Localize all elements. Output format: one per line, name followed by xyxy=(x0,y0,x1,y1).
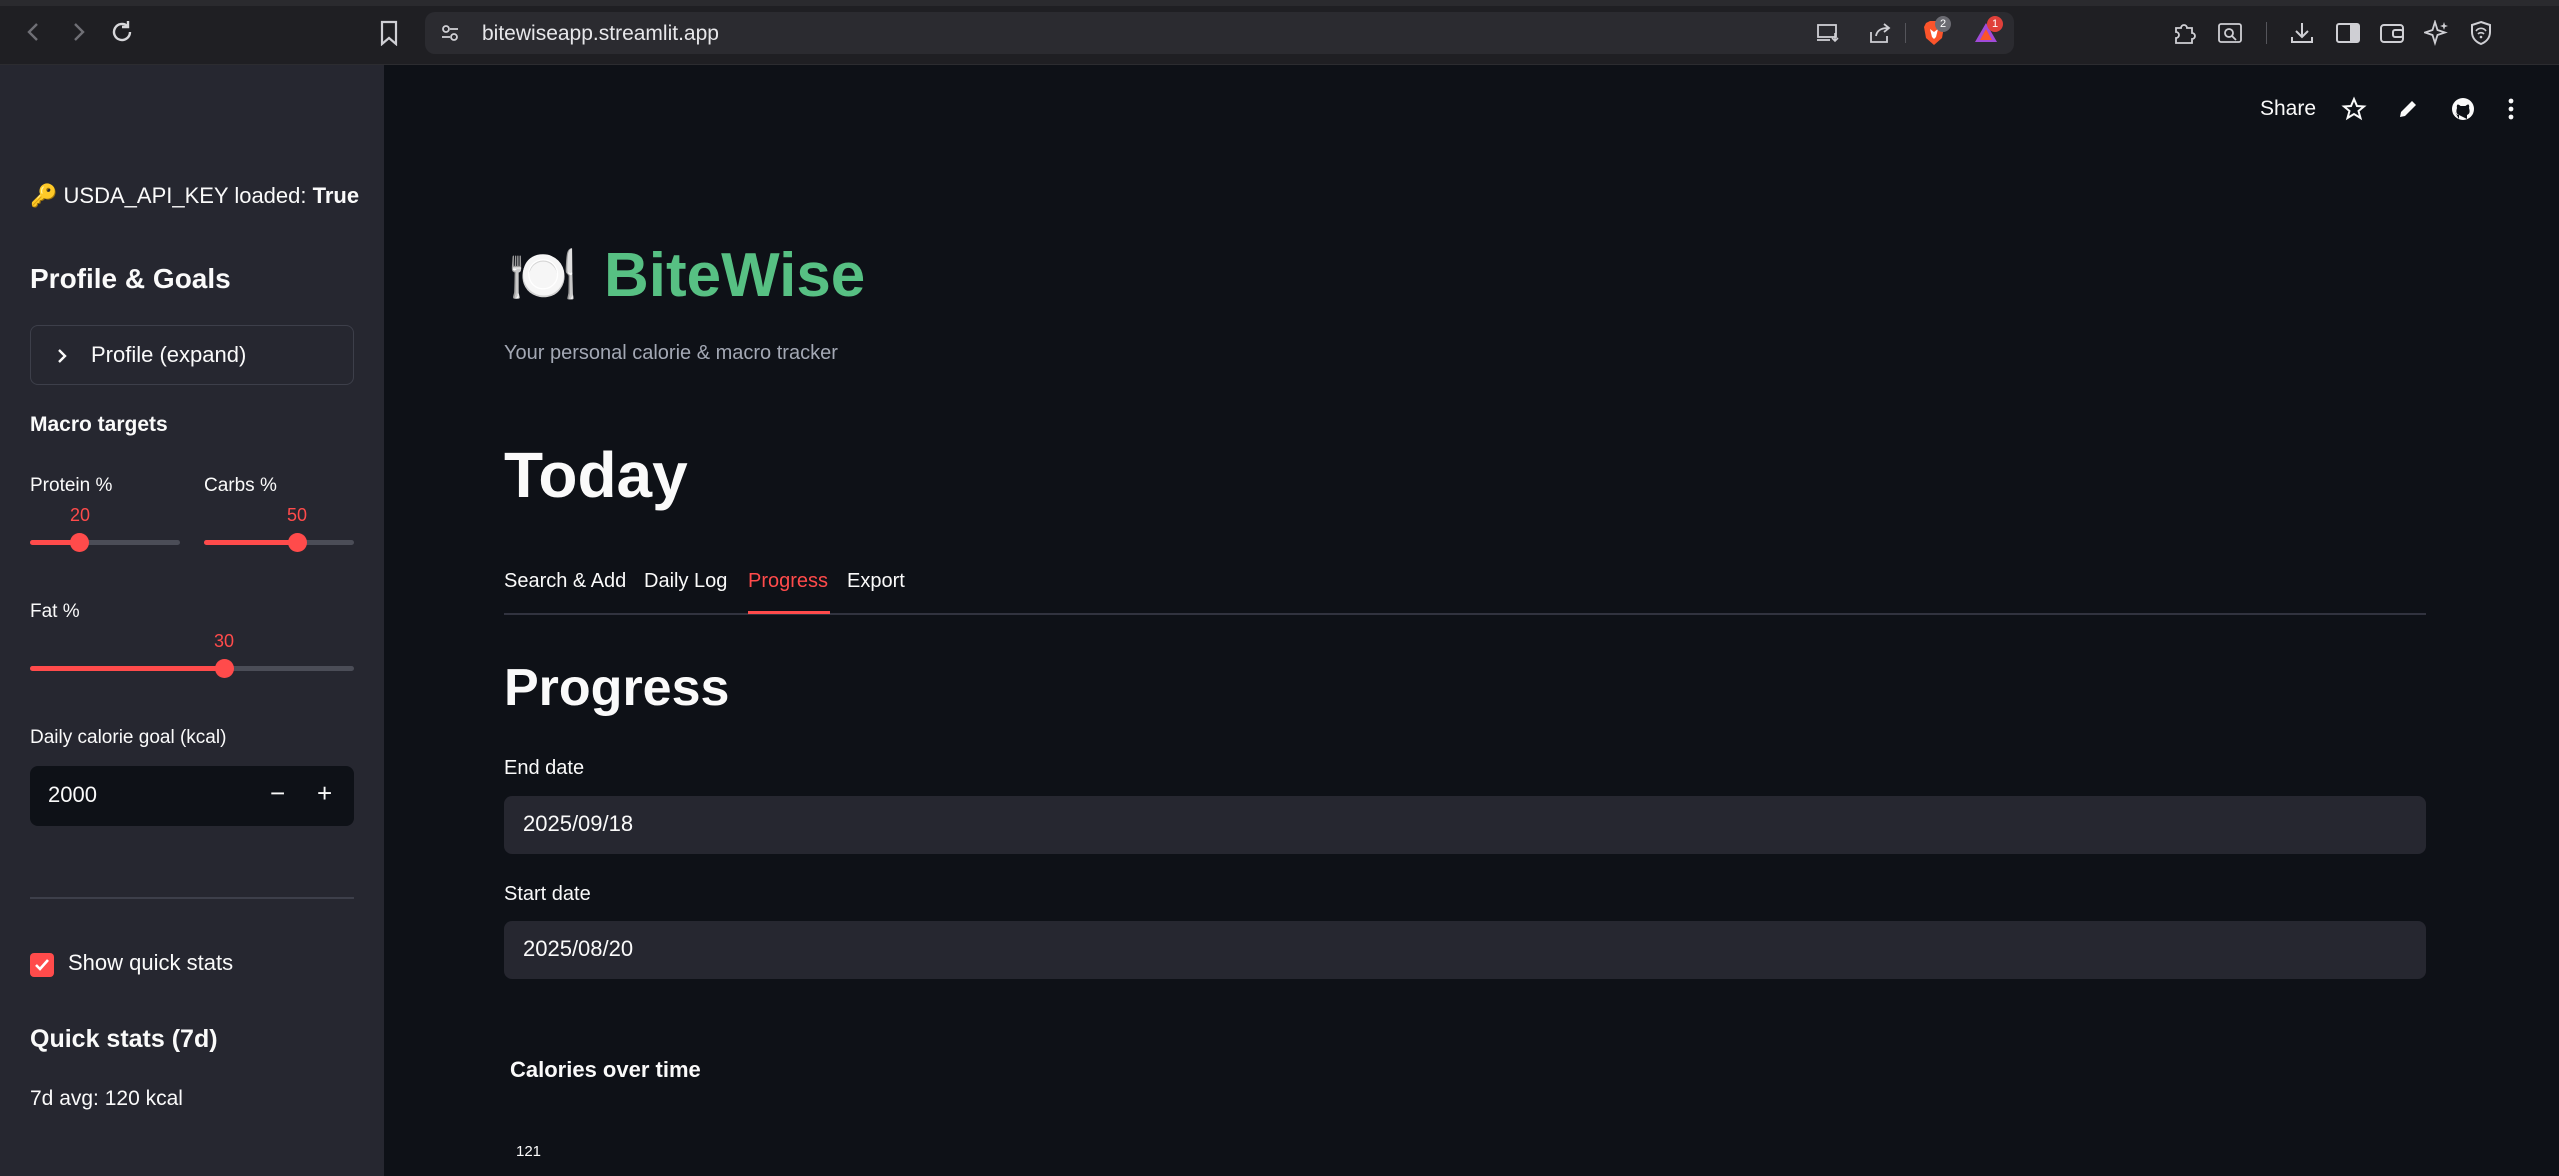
site-info-icon[interactable] xyxy=(439,22,461,44)
section-heading: Progress xyxy=(504,659,730,717)
brave-shields-icon[interactable]: 2 xyxy=(1919,16,1951,47)
key-icon: 🔑 xyxy=(30,183,58,208)
start-date-label: Start date xyxy=(504,883,591,905)
extensions-icon[interactable] xyxy=(2170,18,2200,48)
end-date-label: End date xyxy=(504,757,585,779)
toolbar-separator xyxy=(2266,22,2267,44)
app-subtitle: Your personal calorie & macro tracker xyxy=(504,342,838,364)
carbs-value: 50 xyxy=(287,505,308,525)
chart-y-tick: 121 xyxy=(516,1143,542,1160)
forward-button[interactable] xyxy=(60,14,96,50)
carbs-slider-fill xyxy=(204,540,297,545)
window-top-strip xyxy=(0,0,2559,6)
chevron-right-icon xyxy=(74,23,85,41)
macro-targets-heading: Macro targets xyxy=(30,413,168,436)
install-app-icon[interactable] xyxy=(1815,21,1841,45)
fat-label: Fat % xyxy=(30,601,80,622)
tab-search-add[interactable]: Search & Add xyxy=(504,570,626,593)
pencil-icon xyxy=(2400,101,2416,117)
increment-button[interactable]: + xyxy=(317,778,332,809)
quick-stats-heading: Quick stats (7d) xyxy=(30,1025,218,1053)
urlbar-separator xyxy=(1905,23,1906,43)
app-title: BiteWise xyxy=(604,241,866,310)
reload-button[interactable] xyxy=(104,14,140,50)
bookmark-button[interactable] xyxy=(374,18,404,48)
sidebar-toggle-icon[interactable] xyxy=(2333,18,2363,48)
sidebar-divider xyxy=(30,897,354,899)
api-status-label: USDA_API_KEY loaded: xyxy=(63,183,307,208)
back-button[interactable] xyxy=(16,14,52,50)
fat-slider-thumb[interactable] xyxy=(215,659,234,678)
edit-button[interactable] xyxy=(2393,94,2423,124)
quick-stats-checkbox[interactable] xyxy=(30,953,54,977)
github-icon xyxy=(2452,98,2474,120)
chevron-right-icon xyxy=(58,349,67,363)
star-icon xyxy=(2341,96,2367,121)
brave-rewards-icon[interactable]: 1 xyxy=(1971,16,2003,47)
protein-label: Protein % xyxy=(30,475,113,496)
quick-stats-checkbox-label[interactable]: Show quick stats xyxy=(68,950,233,976)
star-button[interactable] xyxy=(2339,94,2369,124)
calorie-goal-value[interactable]: 2000 xyxy=(48,782,97,808)
reload-icon xyxy=(112,21,132,42)
rewards-badge: 1 xyxy=(1987,16,2003,32)
start-date-input[interactable]: 2025/08/20 xyxy=(504,921,2426,979)
check-icon xyxy=(35,959,49,971)
carbs-slider-thumb[interactable] xyxy=(288,533,307,552)
wallet-icon[interactable] xyxy=(2377,18,2407,48)
quick-stats-avg: 7d avg: 120 kcal xyxy=(30,1087,183,1110)
chart-title: Calories over time xyxy=(510,1057,701,1082)
browser-chrome: bitewiseapp.streamlit.app 2 1 xyxy=(0,0,2559,65)
calorie-goal-input[interactable]: 2000 − + xyxy=(30,766,354,826)
github-button[interactable] xyxy=(2448,94,2478,124)
address-bar[interactable]: bitewiseapp.streamlit.app 2 1 xyxy=(425,12,2014,54)
main-content: Share 🍽️ BiteWise Your personal calorie … xyxy=(384,65,2559,1176)
decrement-button[interactable]: − xyxy=(270,778,285,809)
end-date-value[interactable]: 2025/09/18 xyxy=(523,811,633,837)
tab-progress[interactable]: Progress xyxy=(748,570,828,593)
profile-expander-label: Profile (expand) xyxy=(91,342,247,367)
vpn-icon[interactable] xyxy=(2466,18,2496,48)
fat-slider[interactable] xyxy=(30,659,354,678)
app-logo-icon: 🍽️ xyxy=(508,243,578,306)
api-status: 🔑 USDA_API_KEY loaded: True xyxy=(30,183,359,209)
chevron-left-icon xyxy=(27,23,38,41)
carbs-label: Carbs % xyxy=(204,475,277,496)
tab-daily-log[interactable]: Daily Log xyxy=(644,570,727,593)
fat-value: 30 xyxy=(214,631,235,651)
bookmark-icon xyxy=(380,20,398,46)
protein-slider-thumb[interactable] xyxy=(70,533,89,552)
end-date-input[interactable]: 2025/09/18 xyxy=(504,796,2426,854)
api-status-value: True xyxy=(312,183,360,208)
downloads-icon[interactable] xyxy=(2287,18,2317,48)
tab-export[interactable]: Export xyxy=(847,570,905,593)
leo-ai-icon[interactable] xyxy=(2422,18,2452,48)
start-date-value[interactable]: 2025/08/20 xyxy=(523,936,633,962)
main-menu-button[interactable] xyxy=(2501,94,2521,124)
protein-slider[interactable] xyxy=(30,533,180,552)
url-text[interactable]: bitewiseapp.streamlit.app xyxy=(482,22,719,46)
profile-heading: Profile & Goals xyxy=(30,263,231,294)
share-page-icon[interactable] xyxy=(1867,21,1893,45)
carbs-slider[interactable] xyxy=(204,533,354,552)
sidebar: 🔑 USDA_API_KEY loaded: True Profile & Go… xyxy=(0,65,384,1176)
protein-value: 20 xyxy=(70,505,91,525)
find-in-page-icon[interactable] xyxy=(2215,18,2245,48)
brave-badge: 2 xyxy=(1935,16,1951,32)
fat-slider-fill xyxy=(30,666,224,671)
active-tab-indicator xyxy=(748,611,830,614)
share-button[interactable]: Share xyxy=(2260,97,2316,121)
page-title: Today xyxy=(504,439,688,511)
profile-expander[interactable]: Profile (expand) xyxy=(30,325,354,385)
calorie-goal-label: Daily calorie goal (kcal) xyxy=(30,727,227,748)
kebab-menu-icon xyxy=(2508,98,2514,120)
